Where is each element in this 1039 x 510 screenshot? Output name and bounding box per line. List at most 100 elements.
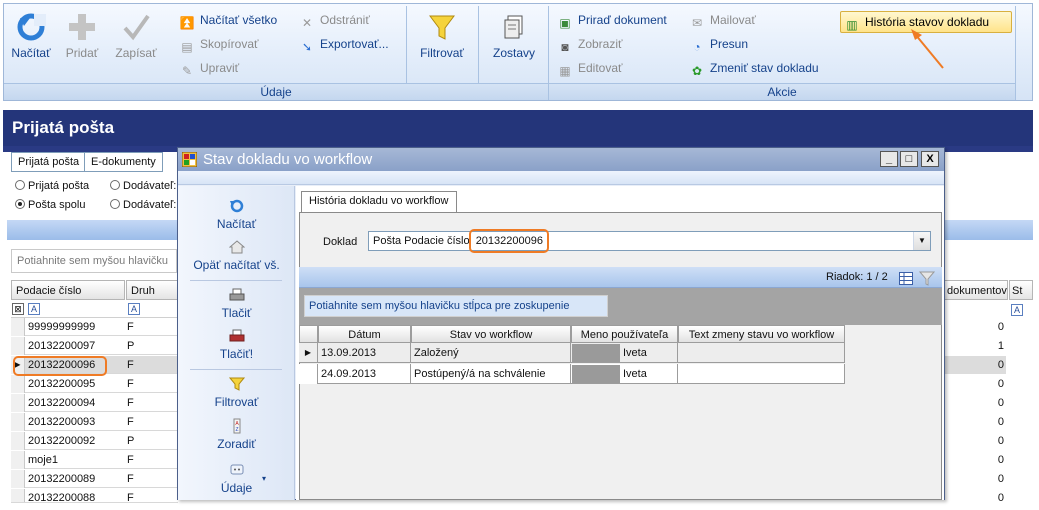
upravit-label: Upraviť [200, 61, 240, 75]
row-selector[interactable] [11, 489, 25, 502]
mailovat-button[interactable]: ✉ Mailovať [689, 10, 756, 30]
table-row[interactable]: 20132200097 P [11, 337, 178, 355]
table-row[interactable]: 20132200092 P [11, 432, 178, 450]
refresh-icon [17, 13, 46, 41]
column-header-datum[interactable]: Dátum [318, 325, 411, 343]
row-selector[interactable] [11, 451, 25, 469]
zapisat-button[interactable]: Zapísať [112, 12, 160, 60]
column-header-text-zmeny[interactable]: Text zmeny stavu vo workflow [678, 325, 845, 343]
column-header-meno[interactable]: Meno používateľa [571, 325, 678, 343]
maximize-button[interactable]: □ [900, 151, 918, 167]
table-row[interactable]: 20132200095 F [11, 375, 178, 393]
history-group-hint[interactable]: Potiahnite sem myšou hlavičku stĺpca pre… [304, 295, 608, 317]
exportovat-button[interactable]: ➘ Exportovať... [299, 34, 389, 54]
table-row[interactable]: moje1 F [11, 451, 178, 469]
skopirovat-button[interactable]: ▤ Skopírovať [179, 34, 259, 54]
radio-dot-checked [15, 199, 25, 209]
tab-historia-dokladu[interactable]: História dokladu vo workflow [301, 191, 457, 212]
row-selector[interactable] [11, 413, 25, 431]
mail-icon: ✉ [691, 16, 703, 30]
row-selector[interactable] [11, 337, 25, 355]
side-opat-nacitat-button[interactable]: Opäť načítať vš. [178, 239, 295, 272]
pencil-icon: ✎ [181, 64, 193, 78]
row-selector[interactable] [11, 394, 25, 412]
presun-button[interactable]: ◔ Presun [689, 34, 748, 54]
side-zoradit-label: Zoradiť [217, 437, 256, 451]
close-button[interactable]: X [921, 151, 939, 167]
cell-druh: F [127, 473, 134, 485]
table-row[interactable]: 20132200093 F [11, 413, 178, 431]
radio-dot [110, 180, 120, 190]
pridat-button[interactable]: Pridať [62, 12, 102, 60]
cell-druh: F [127, 397, 134, 409]
editovat-button[interactable]: ▦ Editovať [557, 58, 622, 78]
side-zoradit-button[interactable]: AZ Zoradiť [178, 418, 295, 451]
cell-druh: P [127, 340, 135, 352]
group-by-hint[interactable]: Potiahnite sem myšou hlavičku [11, 249, 177, 273]
side-nacitat-label: Načítať [216, 217, 257, 231]
row-pointer-icon[interactable]: ▶ [299, 343, 318, 363]
column-header-podacie[interactable]: Podacie číslo [11, 280, 125, 300]
column-header-stav[interactable]: Stav vo workflow [411, 325, 571, 343]
zmenit-stav-button[interactable]: ✿ Zmeniť stav dokladu [689, 58, 819, 78]
minimize-button[interactable]: _ [880, 151, 898, 167]
grid-filter-row: ⊠ A A [11, 301, 178, 318]
history-row[interactable]: 24.09.2013 Postúpený/á na schválenie Ive… [299, 364, 845, 384]
table-row[interactable]: 99999999999 F [11, 318, 178, 336]
doklad-select[interactable]: Pošta Podacie číslo 20132200096 [368, 231, 931, 251]
skopirovat-label: Skopírovať [200, 37, 259, 51]
filter-text-icon[interactable]: A [128, 303, 140, 315]
table-row[interactable]: 20132200089 F [11, 470, 178, 488]
filter-text-icon[interactable]: A [1011, 304, 1023, 316]
side-nacitat-button[interactable]: Načítať [178, 198, 295, 231]
doklad-label: Doklad [323, 236, 358, 248]
cycle-status-icon: ✿ [691, 64, 703, 78]
odstranit-button[interactable]: ✕ Odstrániť [299, 10, 370, 30]
cell-podacie: 99999999999 [28, 321, 96, 333]
cell-druh: F [127, 359, 134, 371]
mailovat-label: Mailovať [710, 13, 756, 27]
row-selector[interactable] [11, 432, 25, 450]
row-selector[interactable] [11, 470, 25, 488]
zostavy-button[interactable]: Zostavy [484, 14, 544, 60]
nacitat-vsetko-button[interactable]: ⏫ Načítať všetko [179, 10, 278, 30]
table-row[interactable]: 20132200088 F [11, 489, 178, 503]
side-filtrovat-button[interactable]: Filtrovať [178, 376, 295, 409]
tab-e-dokumenty[interactable]: E-dokumenty [84, 152, 163, 172]
workflow-status-dialog: Stav dokladu vo workflow _ □ X Načítať O… [177, 147, 945, 500]
row-counter: Riadok: 1 / 2 [826, 271, 888, 283]
zobrazit-button[interactable]: ◙ Zobraziť [557, 34, 622, 54]
filter-text-icon[interactable]: A [28, 303, 40, 315]
radio-prijata-posta[interactable]: Prijatá pošta [15, 178, 89, 194]
zmenit-stav-label: Zmeniť stav dokladu [710, 61, 819, 75]
column-header-druh[interactable]: Druh [126, 280, 178, 300]
filtrovat-button[interactable]: Filtrovať [412, 14, 472, 60]
side-tlacit-excl-button[interactable]: Tlačiť! [178, 328, 295, 361]
side-udaje-label: Údaje [220, 481, 253, 495]
filter-funnel-icon[interactable] [919, 271, 935, 286]
table-row[interactable]: 20132200094 F [11, 394, 178, 412]
radio-dodavatel-2[interactable]: Dodávateľ: [110, 197, 176, 213]
row-selector[interactable] [11, 318, 25, 336]
column-header-dokumentov[interactable]: dokumentov [944, 280, 1008, 300]
exportovat-label: Exportovať... [320, 37, 389, 51]
side-udaje-button[interactable]: Údaje ▾ [178, 462, 295, 495]
side-tlacit-button[interactable]: Tlačiť [178, 287, 295, 320]
dialog-title[interactable]: Stav dokladu vo workflow [178, 148, 944, 171]
history-row-current[interactable]: ▶ 13.09.2013 Založený Iveta [299, 343, 845, 363]
row-selector[interactable] [299, 364, 318, 384]
side-tlacit-excl-label: Tlačiť! [219, 347, 254, 361]
tab-prijata-posta[interactable]: Prijatá pošta [11, 152, 87, 172]
radio-dodavatel-1[interactable]: Dodávateľ: [110, 178, 176, 194]
filter-clear-icon[interactable]: ⊠ [12, 303, 24, 315]
cell-text-zmeny [678, 364, 845, 384]
grid-layout-icon[interactable] [899, 272, 913, 285]
upravit-button[interactable]: ✎ Upraviť [179, 58, 239, 78]
radio-posta-spolu[interactable]: Pošta spolu [15, 197, 85, 213]
dropdown-arrow-icon[interactable]: ▼ [913, 232, 930, 250]
column-header-st[interactable]: St [1009, 280, 1033, 300]
highlight-selected-row [13, 356, 107, 376]
nacitat-button[interactable]: Načítať [8, 12, 54, 60]
priradit-dokument-button[interactable]: ▣ Priraď dokument [557, 10, 666, 30]
row-selector[interactable] [11, 375, 25, 393]
